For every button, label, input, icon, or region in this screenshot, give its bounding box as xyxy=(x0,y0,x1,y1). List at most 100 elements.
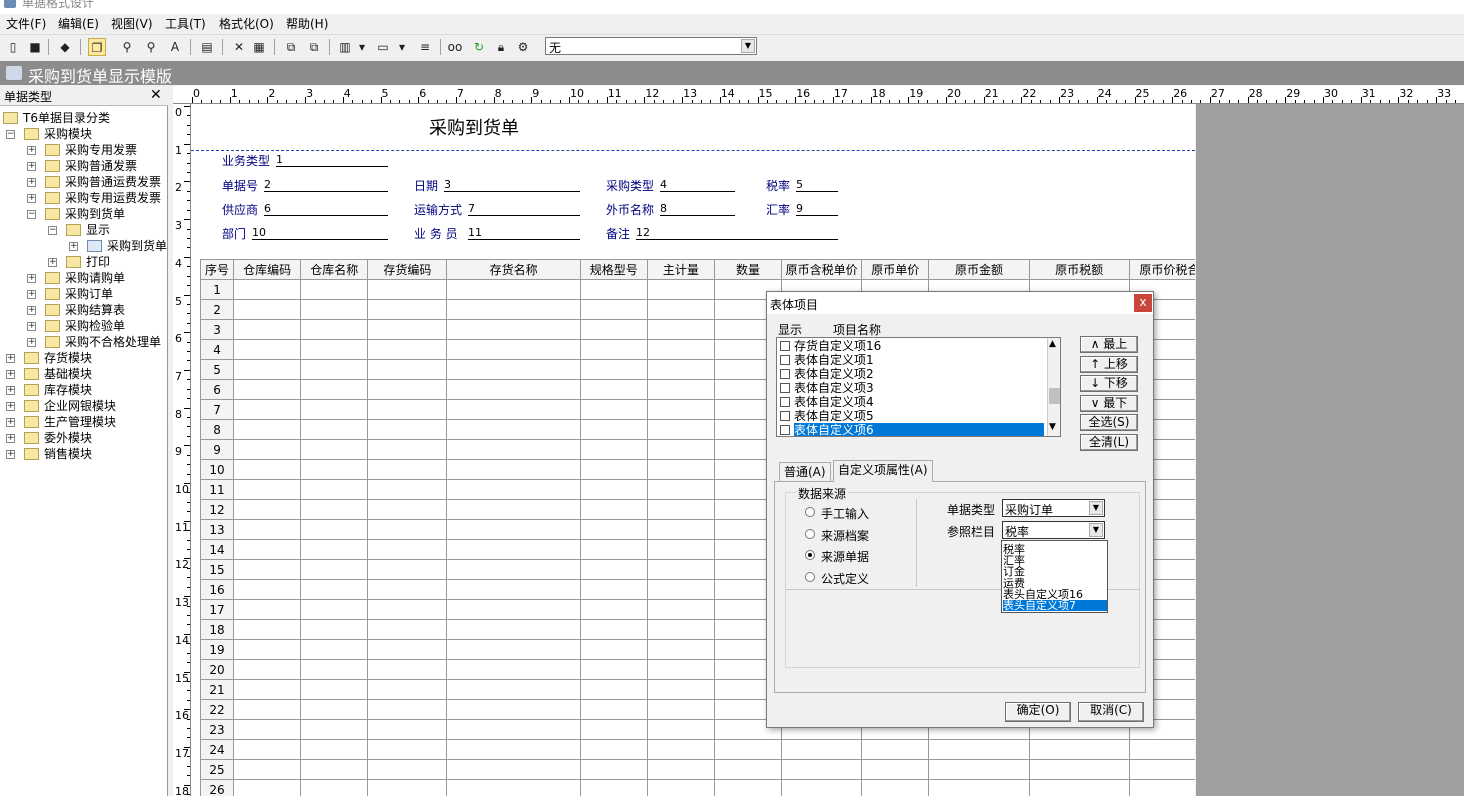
expand-icon[interactable]: + xyxy=(27,306,36,315)
grid-cell[interactable] xyxy=(446,339,581,360)
grid-cell[interactable] xyxy=(446,499,581,520)
grid-cell[interactable] xyxy=(233,379,302,400)
grid-cell[interactable] xyxy=(446,479,581,500)
item-checkbox[interactable] xyxy=(780,425,790,435)
chevron-down-icon[interactable]: ▼ xyxy=(1089,501,1103,515)
grid-cell[interactable] xyxy=(233,759,302,780)
grid-cell[interactable] xyxy=(300,279,369,300)
item-checkbox[interactable] xyxy=(780,341,790,351)
grid-cell[interactable] xyxy=(579,699,648,720)
field-value[interactable]: 7 xyxy=(468,202,580,216)
grid-cell[interactable] xyxy=(579,339,648,360)
grid-cell[interactable] xyxy=(367,539,448,560)
tree-node[interactable]: + 销售模块 xyxy=(0,446,168,462)
grid-cell[interactable] xyxy=(646,579,715,600)
tree-node[interactable]: T6单据目录分类 xyxy=(0,110,168,126)
list-item[interactable]: 表体自定义项5 xyxy=(779,409,1045,423)
grid-cell[interactable] xyxy=(646,719,715,740)
grid-cell[interactable] xyxy=(300,539,369,560)
grid-cell[interactable] xyxy=(233,459,302,480)
close-icon[interactable]: ✕ xyxy=(150,87,162,103)
grid-cell[interactable] xyxy=(300,359,369,380)
grid-cell[interactable] xyxy=(646,379,715,400)
grid-cell[interactable] xyxy=(367,559,448,580)
grid-cell[interactable] xyxy=(646,499,715,520)
list-item[interactable]: 表体自定义项2 xyxy=(779,367,1045,381)
grid-cell[interactable] xyxy=(300,599,369,620)
form-title[interactable]: 采购到货单 xyxy=(429,114,519,140)
grid-cell[interactable] xyxy=(928,739,1030,760)
grid-cell[interactable] xyxy=(233,359,302,380)
collapse-icon[interactable]: − xyxy=(27,210,36,219)
grid-cell[interactable] xyxy=(367,359,448,380)
grid-cell[interactable] xyxy=(579,359,648,380)
grid-cell[interactable] xyxy=(233,659,302,680)
grid-cell[interactable] xyxy=(781,759,863,780)
doc-type-select[interactable]: 采购订单 ▼ xyxy=(1002,499,1105,517)
source-radio[interactable] xyxy=(805,507,815,517)
grid-cell[interactable] xyxy=(713,779,783,796)
grid-cell[interactable] xyxy=(579,659,648,680)
expand-icon[interactable]: + xyxy=(27,338,36,347)
grid-cell[interactable] xyxy=(646,279,715,300)
expand-icon[interactable]: + xyxy=(27,194,36,203)
menu-tools[interactable]: 工具(T) xyxy=(165,15,206,32)
grid-cell[interactable] xyxy=(1028,739,1130,760)
list-item[interactable]: 表体自定义项3 xyxy=(779,381,1045,395)
grid-cell[interactable] xyxy=(300,619,369,640)
grid-cell[interactable] xyxy=(646,779,715,796)
grid-cell[interactable] xyxy=(579,279,648,300)
grid-cell[interactable] xyxy=(233,499,302,520)
tree-node[interactable]: + 采购普通发票 xyxy=(0,158,168,174)
grid-cell[interactable] xyxy=(646,519,715,540)
grid-cell[interactable] xyxy=(446,599,581,620)
item-list[interactable]: 表体自定义项6 表体自定义项5 表体自定义项4 表体自定义项3 表体自定义项2 表体自定义… xyxy=(776,337,1061,437)
field-value[interactable]: 12 xyxy=(636,226,838,240)
expand-icon[interactable]: + xyxy=(27,290,36,299)
source-radio[interactable] xyxy=(805,528,815,539)
select-all-button[interactable]: 全选(S) xyxy=(1080,414,1138,431)
move-up-button[interactable]: ↑ 上移 xyxy=(1080,355,1138,373)
dropdown-option[interactable]: 订金 xyxy=(1003,566,1107,577)
grid-cell[interactable] xyxy=(579,779,648,796)
grid-cell[interactable] xyxy=(579,319,648,340)
grid-cell[interactable] xyxy=(367,339,448,360)
grid-cell[interactable] xyxy=(446,639,581,660)
grid-cell[interactable] xyxy=(367,379,448,400)
item-checkbox[interactable] xyxy=(780,355,790,365)
grid-cell[interactable] xyxy=(579,559,648,580)
tree-node[interactable]: + 采购结算表 xyxy=(0,302,168,318)
grid-cell[interactable] xyxy=(446,319,581,340)
grid-cell[interactable] xyxy=(300,419,369,440)
field-value[interactable]: 6 xyxy=(264,202,388,216)
grid-cell[interactable] xyxy=(367,599,448,620)
replace-icon[interactable]: ⚲ xyxy=(142,38,160,56)
grid-cell[interactable] xyxy=(367,299,448,320)
tree-node[interactable]: + 企业网银模块 xyxy=(0,398,168,414)
properties-icon[interactable]: ▤ xyxy=(198,38,216,56)
tree-node[interactable]: − 显示 xyxy=(0,222,168,238)
tree-node[interactable]: + 库存模块 xyxy=(0,382,168,398)
save-icon[interactable]: ■ xyxy=(26,38,44,56)
menu-file[interactable]: 文件(F) xyxy=(6,15,46,32)
tab-general[interactable]: 普通(A) xyxy=(779,462,831,482)
toolbar-combo[interactable]: 无 ▼ xyxy=(545,37,757,55)
chevron-down-icon[interactable]: ▾ xyxy=(396,38,408,56)
tree-node[interactable]: + 采购不合格处理单 xyxy=(0,334,168,350)
grid-cell[interactable] xyxy=(233,599,302,620)
grid-cell[interactable] xyxy=(233,739,302,760)
size-icon[interactable]: ▭ xyxy=(374,38,392,56)
grid-cell[interactable] xyxy=(367,479,448,500)
column-header[interactable]: 原币金额 xyxy=(928,259,1030,280)
grid-cell[interactable] xyxy=(233,679,302,700)
grid-cell[interactable] xyxy=(579,459,648,480)
grid-cell[interactable] xyxy=(646,659,715,680)
scroll-thumb[interactable] xyxy=(1049,388,1060,404)
grid-cell[interactable] xyxy=(1028,779,1130,796)
expand-icon[interactable]: + xyxy=(48,258,57,267)
grid-cell[interactable] xyxy=(579,399,648,420)
grid-cell[interactable] xyxy=(300,319,369,340)
grid-cell[interactable] xyxy=(446,539,581,560)
grid-cell[interactable] xyxy=(579,519,648,540)
grid-cell[interactable] xyxy=(579,379,648,400)
